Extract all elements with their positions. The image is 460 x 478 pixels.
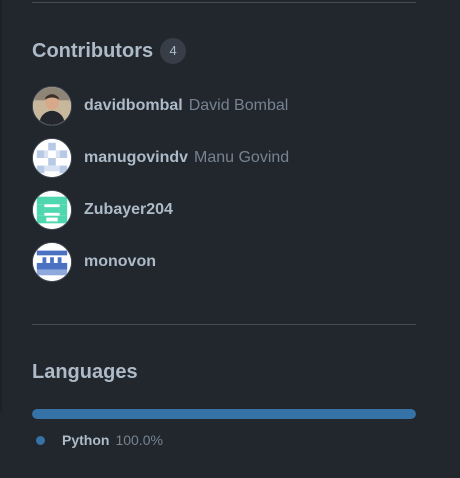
person-photo-icon [33,87,71,125]
language-color-dot-icon [36,435,45,445]
avatar[interactable] [32,138,72,178]
contributor-login[interactable]: manugovindv [84,148,188,168]
contributor-login[interactable]: davidbombal [84,96,183,116]
languages-heading: Languages [32,360,138,384]
contributor-item[interactable]: monovon [32,241,432,283]
divider-top [32,2,416,3]
contributor-item[interactable]: Zubayer204 [32,189,432,231]
identicon-icon [33,139,71,177]
contributors-heading[interactable]: Contributors 4 [32,38,187,64]
panel-edge [0,0,2,412]
avatar[interactable] [32,242,72,282]
contributors-list: davidbombal David Bombal manugovindv Man… [32,85,432,293]
divider-middle [32,324,416,325]
languages-title: Languages [32,361,138,383]
contributor-login[interactable]: Zubayer204 [84,200,173,220]
sidebar-panel: Contributors 4 davidbombal David Bombal [0,0,460,478]
contributors-title[interactable]: Contributors [32,39,153,63]
contributors-count-badge: 4 [160,38,187,64]
avatar[interactable] [32,86,72,126]
language-bar-segment-python[interactable] [32,409,416,419]
language-name[interactable]: Python [62,430,109,450]
language-legend-item[interactable]: Python 100.0% [36,430,163,450]
identicon-icon [33,243,71,281]
contributor-name: Manu Govind [194,149,290,166]
contributor-item[interactable]: davidbombal David Bombal [32,85,432,127]
contributor-login[interactable]: monovon [84,252,156,272]
contributor-name: David Bombal [188,97,289,114]
avatar[interactable] [32,190,72,230]
identicon-icon [33,191,71,229]
language-progress-bar [32,409,416,419]
language-percent: 100.0% [115,432,163,448]
contributor-item[interactable]: manugovindv Manu Govind [32,137,432,179]
